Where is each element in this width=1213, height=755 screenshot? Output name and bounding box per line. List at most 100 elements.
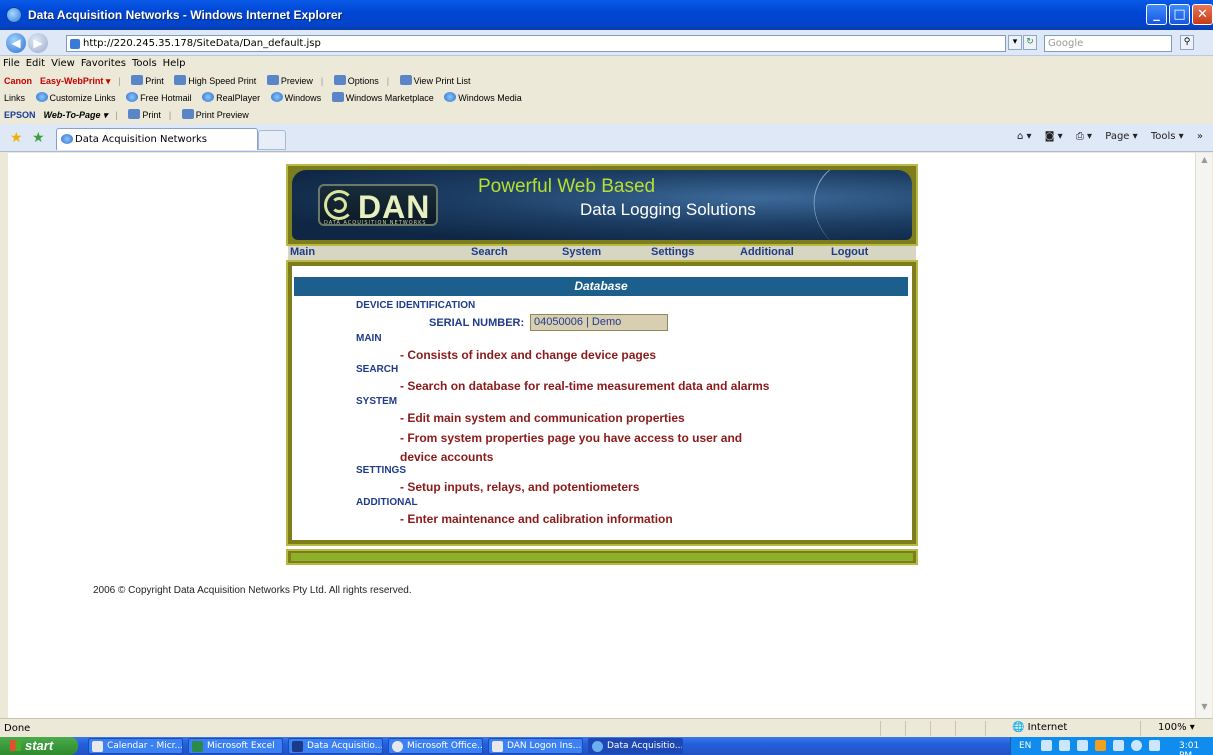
nav-search[interactable]: Search <box>471 246 508 258</box>
tray-icon[interactable] <box>1131 740 1142 751</box>
scroll-down-icon[interactable]: ▼ <box>1198 702 1211 716</box>
word-icon <box>492 741 503 752</box>
link-customize-links[interactable]: Customize Links <box>32 89 120 103</box>
link-windows-marketplace[interactable]: Windows Marketplace <box>328 89 438 103</box>
zoom-level[interactable]: 100% ▾ <box>1158 722 1195 733</box>
refresh-icon[interactable]: ↻ <box>1023 35 1037 50</box>
view-print-list-button[interactable]: View Print List <box>396 72 475 86</box>
address-dropdown-icon[interactable]: ▾ <box>1008 35 1022 50</box>
status-bar: Done 🌐 Internet 100% ▾ <box>0 718 1213 737</box>
menu-tools[interactable]: Tools <box>129 56 160 71</box>
additional-description: - Enter maintenance and calibration info… <box>400 512 673 526</box>
taskbar-item-data-acquisition-1[interactable]: Data Acquisitio... <box>288 738 383 754</box>
settings-description: - Setup inputs, relays, and potentiomete… <box>400 480 640 494</box>
tab-data-acquisition-networks[interactable]: Data Acquisition Networks <box>56 128 258 150</box>
easy-webprint-menu[interactable]: Easy-WebPrint ▾ <box>36 73 114 87</box>
main-panel: Database DEVICE IDENTIFICATION SERIAL NU… <box>292 266 912 540</box>
settings-heading: SETTINGS <box>356 465 407 476</box>
window-title: Data Acquisition Networks - Windows Inte… <box>28 8 343 22</box>
page-menu[interactable]: Page ▾ <box>1105 131 1137 142</box>
tools-menu[interactable]: Tools ▾ <box>1151 131 1184 142</box>
maximize-button[interactable]: □ <box>1169 4 1190 25</box>
link-realplayer[interactable]: RealPlayer <box>198 89 264 103</box>
nav-settings[interactable]: Settings <box>651 246 694 258</box>
taskbar-item-dan-logon[interactable]: DAN Logon Ins... <box>488 738 583 754</box>
add-favorites-icon[interactable]: ★ <box>32 130 45 146</box>
main-panel-frame: Database DEVICE IDENTIFICATION SERIAL NU… <box>286 260 918 546</box>
ie-icon <box>35 92 48 102</box>
copyright-text: 2006 © Copyright Data Acquisition Networ… <box>93 585 412 596</box>
canon-options-button[interactable]: Options <box>330 72 383 86</box>
preview-icon <box>181 109 194 119</box>
canon-print-button[interactable]: Print <box>127 72 168 86</box>
system-heading: SYSTEM <box>356 396 398 407</box>
nav-logout[interactable]: Logout <box>831 246 868 258</box>
epson-print-preview-button[interactable]: Print Preview <box>178 106 253 120</box>
menu-favorites[interactable]: Favorites <box>78 56 129 71</box>
app-icon <box>292 741 303 752</box>
tray-icon[interactable] <box>1095 740 1106 751</box>
link-windows-media[interactable]: Windows Media <box>440 89 526 103</box>
close-button[interactable]: ✕ <box>1192 4 1213 25</box>
serial-number-label: SERIAL NUMBER: <box>429 317 525 329</box>
feeds-icon[interactable]: ◙ ▾ <box>1045 131 1063 142</box>
printer-icon <box>131 75 144 85</box>
epson-brand: EPSON <box>4 110 36 120</box>
nav-main[interactable]: Main <box>290 246 315 258</box>
web-to-page-menu[interactable]: Web-To-Page ▾ <box>40 107 112 121</box>
tab-bar: ★ ★ Data Acquisition Networks ⌂ ▾ ◙ ▾ ⎙ … <box>0 124 1213 152</box>
menu-edit[interactable]: Edit <box>23 56 48 71</box>
page-icon <box>70 39 80 49</box>
ie-icon <box>270 92 283 102</box>
vertical-scrollbar[interactable]: ▲ ▼ <box>1195 153 1212 718</box>
back-button[interactable]: ◀ <box>6 33 26 53</box>
home-icon[interactable]: ⌂ ▾ <box>1017 131 1032 142</box>
tray-icon[interactable] <box>1077 740 1088 751</box>
menu-help[interactable]: Help <box>160 56 189 71</box>
link-windows[interactable]: Windows <box>267 89 326 103</box>
taskbar-item-office[interactable]: Microsoft Office... <box>388 738 483 754</box>
site-banner: DAN DATA ACQUISITION NETWORKS Powerful W… <box>292 170 912 240</box>
epson-print-button[interactable]: Print <box>124 106 165 120</box>
chevron-right-icon[interactable]: » <box>1197 131 1203 142</box>
tray-icon[interactable] <box>1113 740 1124 751</box>
system-tray: EN 3:01 PM <box>1010 737 1213 755</box>
status-text: Done <box>4 723 31 734</box>
address-url: http://220.245.35.178/SiteData/Dan_defau… <box>83 38 321 49</box>
minimize-button[interactable]: _ <box>1146 4 1167 25</box>
menu-view[interactable]: View <box>48 56 78 71</box>
favorites-star-icon[interactable]: ★ <box>10 130 23 146</box>
nav-additional[interactable]: Additional <box>740 246 794 258</box>
forward-button[interactable]: ▶ <box>28 33 48 53</box>
link-free-hotmail[interactable]: Free Hotmail <box>122 89 196 103</box>
taskbar-item-excel[interactable]: Microsoft Excel <box>188 738 283 754</box>
print-icon[interactable]: ⎙ ▾ <box>1076 131 1092 142</box>
tray-icon[interactable] <box>1041 740 1052 751</box>
address-input[interactable]: http://220.245.35.178/SiteData/Dan_defau… <box>66 35 1006 52</box>
canon-preview-button[interactable]: Preview <box>263 72 317 86</box>
serial-number-field[interactable]: 04050006 | Demo <box>530 314 668 331</box>
links-label: Links <box>4 93 26 103</box>
search-input[interactable]: Google <box>1044 35 1172 52</box>
search-icon[interactable]: ⚲ <box>1180 35 1194 50</box>
scroll-up-icon[interactable]: ▲ <box>1198 155 1211 169</box>
globe-icon: 🌐 <box>1012 722 1025 733</box>
clock: 3:01 PM <box>1179 741 1200 755</box>
canon-brand: Canon <box>4 76 32 86</box>
menu-file[interactable]: File <box>0 56 23 71</box>
wireless-icon[interactable] <box>1149 740 1160 751</box>
windows-flag-icon <box>10 740 21 751</box>
new-tab-button[interactable] <box>258 130 286 150</box>
tray-icon[interactable] <box>1059 740 1070 751</box>
outlook-icon <box>92 741 103 752</box>
site-footer-bar <box>286 549 918 565</box>
taskbar-item-calendar[interactable]: Calendar - Micr... <box>88 738 183 754</box>
nav-system[interactable]: System <box>562 246 601 258</box>
taskbar-item-data-acquisition-2[interactable]: Data Acquisitio... <box>588 738 683 754</box>
ie-icon <box>592 741 603 752</box>
start-button[interactable]: start <box>0 737 78 755</box>
high-speed-print-button[interactable]: High Speed Print <box>170 72 260 86</box>
main-description: - Consists of index and change device pa… <box>400 348 657 362</box>
database-header: Database <box>294 277 908 296</box>
language-indicator[interactable]: EN <box>1019 741 1031 751</box>
